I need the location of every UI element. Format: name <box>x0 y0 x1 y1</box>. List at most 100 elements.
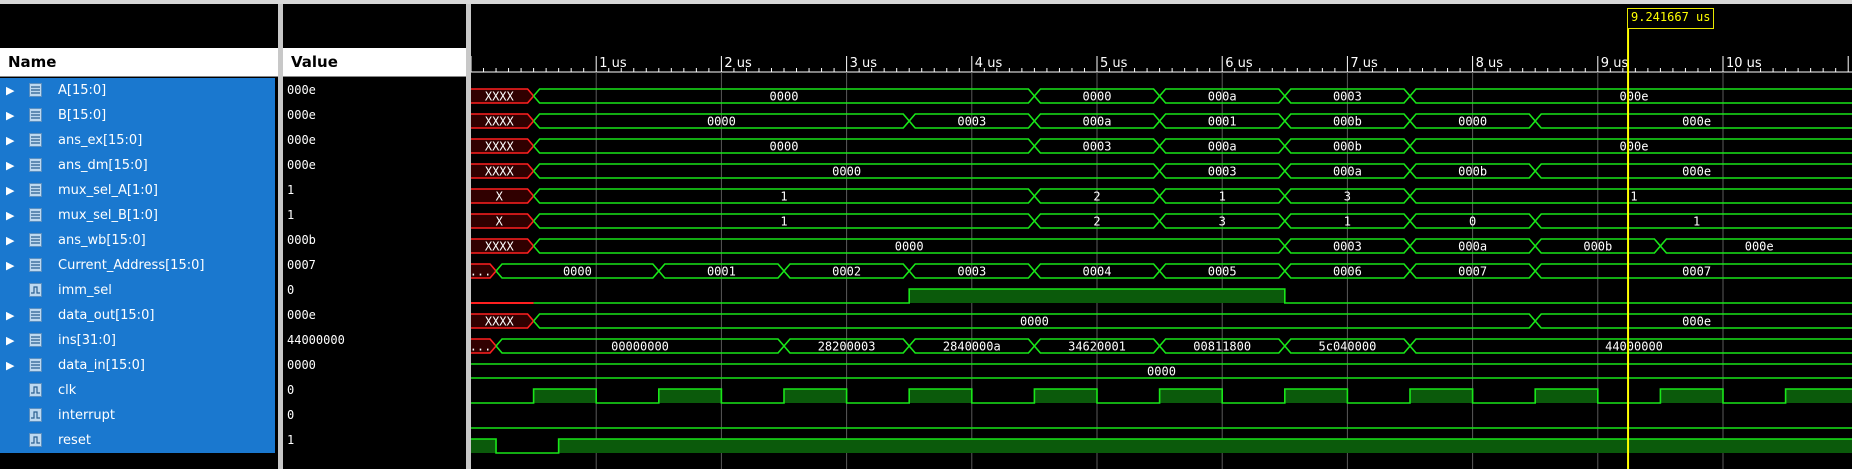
signal-name-list: ▶ A[15:0] ▶ B[15:0] ▶ ans_ex[15:0] ▶ ans_dm[15:… <box>0 78 275 453</box>
bus-value-label: 2840000a <box>943 340 1001 354</box>
signal-name: ans_ex[15:0] <box>58 133 143 148</box>
waveform-area[interactable]: 1 us 2 us 3 us 4 us 5 us 6 us 7 us 8 us 9 us 10 u… <box>471 4 1852 469</box>
bit-high-fill <box>533 389 597 403</box>
signal-row[interactable]: ▶ A[15:0] <box>0 78 275 103</box>
signal-row[interactable]: imm_sel <box>0 278 275 303</box>
bus-signal-icon <box>29 308 42 322</box>
bus-value-label: 34620001 <box>1068 340 1126 354</box>
bit-high-fill <box>909 289 1285 303</box>
bus-value-label: 28200003 <box>818 340 876 354</box>
bus-value-label: 5c040000 <box>1319 340 1377 354</box>
time-tick-label: 6 us <box>1225 56 1253 71</box>
bus-value-label: 0000 <box>770 90 799 104</box>
signal-value: 1 <box>287 183 295 197</box>
time-tick-label: 7 us <box>1350 56 1378 71</box>
bus-value-label: 000e <box>1620 90 1649 104</box>
bus-value-label: 0007 <box>1458 265 1487 279</box>
bus-signal-icon <box>29 108 42 122</box>
bus-value-label: 000e <box>1682 165 1711 179</box>
bus-value-label: 0003 <box>957 115 986 129</box>
expand-arrow-icon[interactable]: ▶ <box>6 178 14 203</box>
value-column-header[interactable]: Value <box>283 48 466 77</box>
bus-value-label: 3 <box>1219 215 1226 229</box>
expand-arrow-icon[interactable]: ▶ <box>6 228 14 253</box>
signal-row[interactable]: ▶ ins[31:0] <box>0 328 275 353</box>
bit-signal-icon <box>29 383 42 397</box>
bus-value-label: XXXX <box>485 140 515 154</box>
signal-name: B[15:0] <box>58 108 107 123</box>
signal-row[interactable]: ▶ Current_Address[15:0] <box>0 253 275 278</box>
bus-signal-icon <box>29 208 42 222</box>
bus-value-label: 000b <box>1458 165 1487 179</box>
bus-value-label: 0000 <box>895 240 924 254</box>
signal-row[interactable]: reset <box>0 428 275 453</box>
signal-name: A[15:0] <box>58 83 107 98</box>
bus-signal-icon <box>29 83 42 97</box>
expand-arrow-icon[interactable]: ▶ <box>6 78 14 103</box>
signal-value: 000e <box>287 108 316 122</box>
expand-arrow-icon[interactable]: ▶ <box>6 128 14 153</box>
bit-high-fill <box>1034 389 1097 403</box>
bus-value-label: 0002 <box>832 265 861 279</box>
signal-row[interactable]: ▶ data_in[15:0] <box>0 353 275 378</box>
bus-value-label: 0005 <box>1208 265 1237 279</box>
signal-row[interactable]: clk <box>0 378 275 403</box>
bus-value-label: 2 <box>1093 190 1100 204</box>
signal-row[interactable]: ▶ data_out[15:0] <box>0 303 275 328</box>
expand-arrow-icon[interactable]: ▶ <box>6 353 14 378</box>
bus-signal-icon <box>29 258 42 272</box>
signal-row[interactable]: ▶ ans_wb[15:0] <box>0 228 275 253</box>
signal-row[interactable]: ▶ mux_sel_A[1:0] <box>0 178 275 203</box>
signal-name: mux_sel_B[1:0] <box>58 208 158 223</box>
bus-value-label: 1 <box>1219 190 1226 204</box>
bit-high-fill <box>784 389 847 403</box>
signal-name: interrupt <box>58 408 115 423</box>
time-tick-label: 10 us <box>1726 56 1762 71</box>
signal-row[interactable]: ▶ B[15:0] <box>0 103 275 128</box>
signal-value: 44000000 <box>287 333 345 347</box>
bus-value-label: X <box>496 190 504 204</box>
bus-value-label: 0003 <box>1333 240 1362 254</box>
signal-row[interactable]: ▶ ans_ex[15:0] <box>0 128 275 153</box>
signal-value: 0000 <box>287 358 316 372</box>
bus-value-label: 000a <box>1333 165 1362 179</box>
time-tick-label: 3 us <box>850 56 878 71</box>
signal-name: ans_dm[15:0] <box>58 158 148 173</box>
expand-arrow-icon[interactable]: ▶ <box>6 253 14 278</box>
time-tick-label: 8 us <box>1476 56 1504 71</box>
waveform-canvas[interactable]: 1 us 2 us 3 us 4 us 5 us 6 us 7 us 8 us 9 us 10 u… <box>471 4 1852 469</box>
bus-value-label: 0004 <box>1083 265 1112 279</box>
bus-value-label: 000e <box>1682 315 1711 329</box>
signal-value-panel: Value 000e 000e 000e 000e 1 1 000b 0007 0 000e 440… <box>283 4 466 469</box>
signal-row[interactable]: interrupt <box>0 403 275 428</box>
bus-value-label: ... <box>471 340 491 354</box>
bus-signal-icon <box>29 233 42 247</box>
expand-arrow-icon[interactable]: ▶ <box>6 203 14 228</box>
bus-value-label: 0003 <box>1083 140 1112 154</box>
signal-row[interactable]: ▶ mux_sel_B[1:0] <box>0 203 275 228</box>
bit-high-fill <box>1660 389 1723 403</box>
time-tick-label: 2 us <box>724 56 752 71</box>
expand-arrow-icon[interactable]: ▶ <box>6 303 14 328</box>
name-column-header[interactable]: Name <box>0 48 278 77</box>
bit-high-fill <box>909 389 972 403</box>
signal-value: 000e <box>287 158 316 172</box>
time-tick-label: 5 us <box>1100 56 1128 71</box>
expand-arrow-icon[interactable]: ▶ <box>6 328 14 353</box>
bit-high-fill <box>1410 389 1473 403</box>
expand-arrow-icon[interactable]: ▶ <box>6 103 14 128</box>
signal-name: Current_Address[15:0] <box>58 258 205 273</box>
signal-value: 000e <box>287 83 316 97</box>
bit-high-fill <box>658 389 722 403</box>
bus-value-label: 0 <box>1469 215 1476 229</box>
signal-value: 000b <box>287 233 316 247</box>
signal-value: 0007 <box>287 258 316 272</box>
bus-value-label: XXXX <box>485 315 515 329</box>
signal-value: 0 <box>287 383 295 397</box>
bus-value-label: 000b <box>1333 140 1362 154</box>
expand-arrow-icon[interactable]: ▶ <box>6 153 14 178</box>
bus-value-label: 000a <box>1458 240 1487 254</box>
bit-signal-icon <box>29 433 42 447</box>
signal-row[interactable]: ▶ ans_dm[15:0] <box>0 153 275 178</box>
signal-value: 000e <box>287 133 316 147</box>
